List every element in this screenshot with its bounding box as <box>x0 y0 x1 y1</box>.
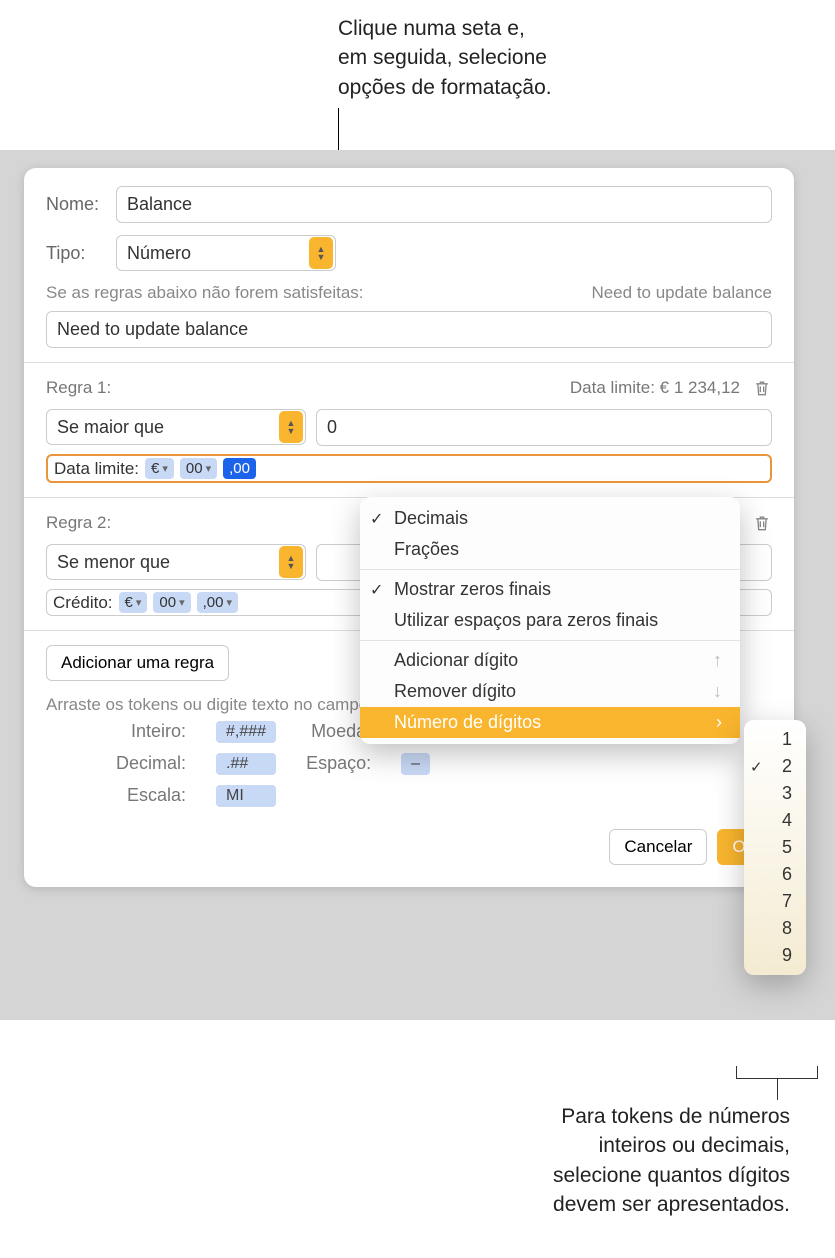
chevron-updown-icon: ▲▼ <box>279 411 303 443</box>
rule2-condition-value: Se menor que <box>47 552 277 573</box>
tipo-select[interactable]: Número ▲▼ <box>116 235 336 271</box>
arrow-down-icon: ↓ <box>713 681 722 702</box>
menu-item-utilizar-espacos[interactable]: Utilizar espaços para zeros finais <box>360 605 740 636</box>
tipo-select-value: Número <box>117 243 307 264</box>
token-currency[interactable]: €▾ <box>119 592 148 613</box>
pal-decimal-label: Decimal: <box>116 753 186 775</box>
digits-option-3[interactable]: 3 <box>744 780 806 807</box>
menu-separator <box>360 640 740 641</box>
callout-bracket <box>736 1066 818 1094</box>
rule1-preview: Data limite: € 1 234,12 <box>570 378 740 398</box>
check-icon: ✓ <box>370 580 383 600</box>
check-icon: ✓ <box>370 509 383 529</box>
digits-option-7[interactable]: 7 <box>744 888 806 915</box>
rule1-condition-select[interactable]: Se maior que ▲▼ <box>46 409 306 445</box>
token-decimal-selected[interactable]: ,00 <box>223 458 256 479</box>
token-integer[interactable]: 00▾ <box>153 592 190 613</box>
digits-option-8[interactable]: 8 <box>744 915 806 942</box>
arrow-up-icon: ↑ <box>713 650 722 671</box>
rule1-condition-value: Se maior que <box>47 417 277 438</box>
rule2-condition-select[interactable]: Se menor que ▲▼ <box>46 544 306 580</box>
format-popup-menu[interactable]: ✓Decimais Frações ✓Mostrar zeros finais … <box>360 497 740 744</box>
pal-inteiro-token[interactable]: #,### <box>216 721 276 743</box>
pal-decimal-token[interactable]: .## <box>216 753 276 775</box>
chevron-down-icon: ▾ <box>226 596 232 609</box>
token-currency[interactable]: €▾ <box>145 458 174 479</box>
menu-separator <box>360 569 740 570</box>
menu-item-fracoes[interactable]: Frações <box>360 534 740 565</box>
chevron-updown-icon: ▲▼ <box>309 237 333 269</box>
tipo-label: Tipo: <box>46 243 106 264</box>
digits-option-6[interactable]: 6 <box>744 861 806 888</box>
need-update-preview: Need to update balance <box>591 283 772 303</box>
pal-escala-token[interactable]: MI <box>216 785 276 807</box>
rule2-format-label: Crédito: <box>53 593 113 613</box>
digits-option-1[interactable]: 1 <box>744 726 806 753</box>
menu-item-remover-digito[interactable]: Remover dígito↓ <box>360 676 740 707</box>
pal-escala-label: Escala: <box>116 785 186 807</box>
rule2-label: Regra 2: <box>46 513 111 533</box>
pal-espaco-label: Espaço: <box>306 753 371 775</box>
menu-item-adicionar-digito[interactable]: Adicionar dígito↑ <box>360 645 740 676</box>
rule1-label: Regra 1: <box>46 378 111 398</box>
chevron-down-icon: ▾ <box>206 462 212 475</box>
chevron-updown-icon: ▲▼ <box>279 546 303 578</box>
add-rule-button[interactable]: Adicionar uma regra <box>46 645 229 681</box>
chevron-down-icon: ▾ <box>136 596 142 609</box>
digits-option-5[interactable]: 5 <box>744 834 806 861</box>
callout-bottom: Para tokens de números inteiros ou decim… <box>500 1102 790 1220</box>
chevron-right-icon: › <box>716 712 722 733</box>
pal-inteiro-label: Inteiro: <box>116 721 186 743</box>
trash-icon[interactable] <box>752 512 772 534</box>
rules-unsatisfied-label: Se as regras abaixo não forem satisfeita… <box>46 283 364 303</box>
rule1-format-label: Data limite: <box>54 459 139 479</box>
digits-option-4[interactable]: 4 <box>744 807 806 834</box>
rule1-value-input[interactable] <box>316 409 772 446</box>
trash-icon[interactable] <box>752 377 772 399</box>
digits-option-2[interactable]: ✓2 <box>744 753 806 780</box>
check-icon: ✓ <box>750 758 763 776</box>
nome-label: Nome: <box>46 194 106 215</box>
rule1-format-row[interactable]: Data limite: €▾ 00▾ ,00 <box>46 454 772 483</box>
digits-submenu[interactable]: 1 ✓2 3 4 5 6 7 8 9 <box>744 720 806 975</box>
chevron-down-icon: ▾ <box>179 596 185 609</box>
menu-item-decimais[interactable]: ✓Decimais <box>360 503 740 534</box>
token-integer[interactable]: 00▾ <box>180 458 217 479</box>
callout-top: Clique numa seta e, em seguida, selecion… <box>338 14 552 102</box>
menu-item-numero-digitos[interactable]: Número de dígitos› <box>360 707 740 738</box>
chevron-down-icon: ▾ <box>162 462 168 475</box>
token-decimal[interactable]: ,00▾ <box>197 592 238 613</box>
nome-input[interactable] <box>116 186 772 223</box>
menu-item-mostrar-zeros[interactable]: ✓Mostrar zeros finais <box>360 574 740 605</box>
digits-option-9[interactable]: 9 <box>744 942 806 969</box>
divider <box>24 362 794 363</box>
cancel-button[interactable]: Cancelar <box>609 829 707 865</box>
default-value-input[interactable] <box>46 311 772 348</box>
pal-espaco-token[interactable]: – <box>401 753 430 775</box>
